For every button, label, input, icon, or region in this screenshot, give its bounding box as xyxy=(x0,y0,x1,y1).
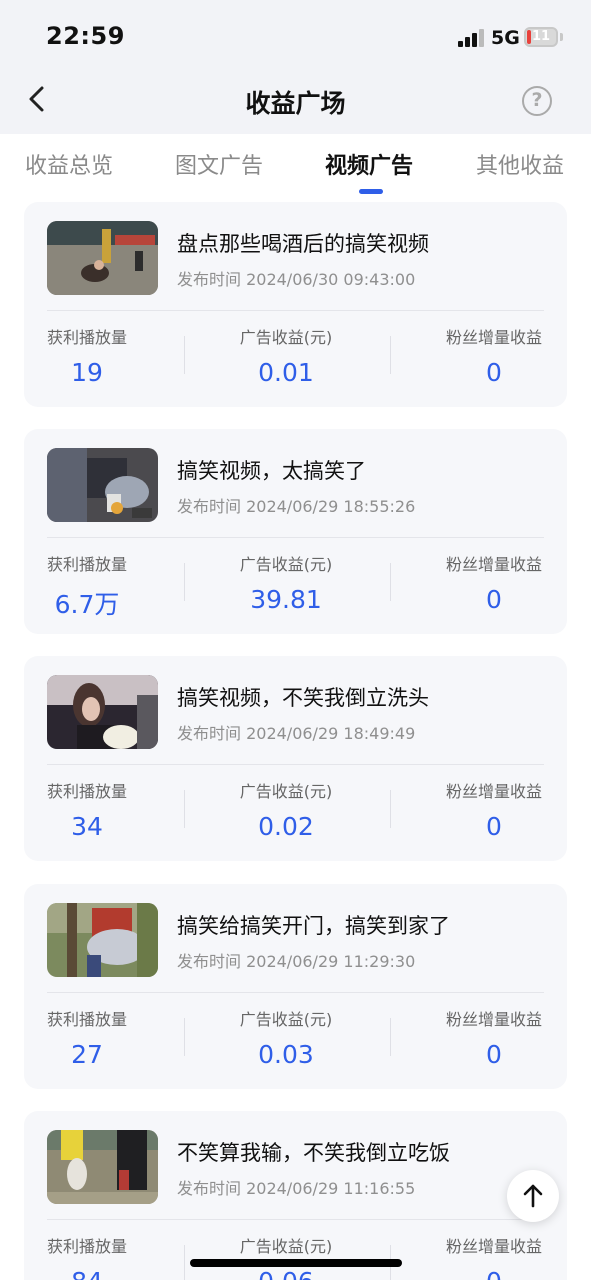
video-card[interactable]: 搞笑视频，不笑我倒立洗头 发布时间 2024/06/29 18:49:49 获利… xyxy=(24,656,567,861)
stat-fans-income: 粉丝增量收益 0 xyxy=(444,551,544,614)
video-thumbnail[interactable] xyxy=(47,1130,158,1204)
stat-divider xyxy=(184,1245,185,1280)
video-card[interactable]: 搞笑视频，太搞笑了 发布时间 2024/06/29 18:55:26 获利播放量… xyxy=(24,429,567,634)
battery-nub xyxy=(560,33,563,41)
video-title: 不笑算我输，不笑我倒立吃饭 xyxy=(177,1141,450,1165)
video-thumbnail[interactable] xyxy=(47,221,158,295)
stat-ad-income: 广告收益(元) 0.02 xyxy=(230,778,342,841)
stat-fans-income-value: 0 xyxy=(444,1267,544,1280)
battery-icon: 11 xyxy=(524,27,558,47)
video-title: 搞笑视频，太搞笑了 xyxy=(177,459,366,483)
stat-fans-income-label: 粉丝增量收益 xyxy=(445,1010,542,1029)
card-divider xyxy=(47,992,544,993)
stat-plays-value: 27 xyxy=(71,1040,103,1069)
stat-ad-income: 广告收益(元) 39.81 xyxy=(230,551,342,614)
video-title: 搞笑视频，不笑我倒立洗头 xyxy=(177,686,429,710)
stat-plays-label: 获利播放量 xyxy=(47,1237,128,1256)
stat-divider xyxy=(184,1018,185,1056)
stat-ad-income-value: 0.03 xyxy=(258,1040,314,1069)
stat-fans-income: 粉丝增量收益 0 xyxy=(444,1006,544,1069)
battery-level: 11 xyxy=(531,29,551,44)
stat-plays-label: 获利播放量 xyxy=(47,782,128,801)
stat-plays-label: 获利播放量 xyxy=(47,328,128,347)
video-thumbnail[interactable] xyxy=(47,903,158,977)
stat-fans-income: 粉丝增量收益 0 xyxy=(444,1233,544,1280)
stat-plays: 获利播放量 34 xyxy=(47,778,127,841)
stat-fans-income: 粉丝增量收益 0 xyxy=(444,778,544,841)
card-divider xyxy=(47,537,544,538)
stat-plays-label: 获利播放量 xyxy=(47,555,128,574)
stat-ad-income-value: 39.81 xyxy=(250,585,322,614)
stat-plays: 获利播放量 6.7万 xyxy=(47,551,127,621)
stat-ad-income: 广告收益(元) 0.01 xyxy=(230,324,342,387)
signal-icon xyxy=(458,29,484,47)
scroll-to-top-button[interactable] xyxy=(507,1170,559,1222)
stat-ad-income-value: 0.02 xyxy=(258,812,314,841)
publish-time: 发布时间 2024/06/29 18:55:26 xyxy=(177,497,416,516)
stat-divider xyxy=(184,336,185,374)
stat-fans-income-value: 0 xyxy=(486,812,502,841)
video-card[interactable]: 不笑算我输，不笑我倒立吃饭 发布时间 2024/06/29 11:16:55 获… xyxy=(24,1111,567,1280)
stat-ad-income: 广告收益(元) 0.03 xyxy=(230,1006,342,1069)
publish-time: 发布时间 2024/06/30 09:43:00 xyxy=(177,270,416,289)
status-time: 22:59 xyxy=(46,22,125,50)
stat-fans-income: 粉丝增量收益 0 xyxy=(444,324,544,387)
nav-bar: 收益广场 ? xyxy=(0,70,591,134)
tab-video-ads[interactable]: 视频广告 xyxy=(325,148,413,180)
stat-divider xyxy=(390,1018,391,1056)
stat-divider xyxy=(184,563,185,601)
stat-ad-income-label: 广告收益(元) xyxy=(239,1010,333,1029)
page-title: 收益广场 xyxy=(245,89,346,118)
stat-ad-income-label: 广告收益(元) xyxy=(239,1237,333,1256)
stat-ad-income-value: 0.06 xyxy=(230,1267,342,1280)
stat-ad-income: 广告收益(元) 0.06 xyxy=(230,1233,342,1280)
stat-plays-value: 6.7万 xyxy=(54,590,120,619)
publish-time: 发布时间 2024/06/29 11:16:55 xyxy=(177,1179,416,1198)
card-divider xyxy=(47,1219,544,1220)
video-title: 盘点那些喝酒后的搞笑视频 xyxy=(177,232,429,256)
stat-ad-income-label: 广告收益(元) xyxy=(239,782,333,801)
stat-fans-income-label: 粉丝增量收益 xyxy=(445,1237,542,1256)
stat-divider xyxy=(390,563,391,601)
tab-image-text-ads[interactable]: 图文广告 xyxy=(175,148,263,180)
video-thumbnail[interactable] xyxy=(47,448,158,522)
stat-ad-income-label: 广告收益(元) xyxy=(239,328,333,347)
status-bar: 22:59 5G 11 xyxy=(0,0,591,70)
video-card[interactable]: 搞笑给搞笑开门，搞笑到家了 发布时间 2024/06/29 11:29:30 获… xyxy=(24,884,567,1089)
home-indicator[interactable] xyxy=(190,1259,402,1267)
stat-ad-income-label: 广告收益(元) xyxy=(239,555,333,574)
video-thumbnail[interactable] xyxy=(47,675,158,749)
stat-plays-value: 19 xyxy=(71,358,103,387)
video-title: 搞笑给搞笑开门，搞笑到家了 xyxy=(177,914,450,938)
publish-time: 发布时间 2024/06/29 11:29:30 xyxy=(177,952,416,971)
tab-bar: 收益总览 图文广告 视频广告 其他收益 xyxy=(0,134,591,198)
stat-plays-value: 84 xyxy=(47,1267,127,1280)
help-icon[interactable]: ? xyxy=(522,86,552,116)
stat-fans-income-label: 粉丝增量收益 xyxy=(445,555,542,574)
arrow-up-icon xyxy=(523,1184,543,1208)
active-tab-indicator xyxy=(359,189,383,194)
stat-divider xyxy=(390,336,391,374)
stat-fans-income-label: 粉丝增量收益 xyxy=(445,328,542,347)
stat-fans-income-value: 0 xyxy=(486,1040,502,1069)
stat-fans-income-value: 0 xyxy=(486,358,502,387)
video-card[interactable]: 盘点那些喝酒后的搞笑视频 发布时间 2024/06/30 09:43:00 获利… xyxy=(24,202,567,407)
stat-plays: 获利播放量 27 xyxy=(47,1006,127,1069)
stat-fans-income-value: 0 xyxy=(486,585,502,614)
stat-plays-value: 34 xyxy=(71,812,103,841)
stat-divider xyxy=(390,790,391,828)
stat-plays: 获利播放量 19 xyxy=(47,324,127,387)
stat-divider xyxy=(184,790,185,828)
stat-fans-income-label: 粉丝增量收益 xyxy=(445,782,542,801)
tab-overview[interactable]: 收益总览 xyxy=(25,148,113,180)
network-type: 5G xyxy=(491,27,520,49)
card-divider xyxy=(47,764,544,765)
publish-time: 发布时间 2024/06/29 18:49:49 xyxy=(177,724,416,743)
tab-other-income[interactable]: 其他收益 xyxy=(476,148,564,180)
stat-ad-income-value: 0.01 xyxy=(258,358,314,387)
stat-plays-label: 获利播放量 xyxy=(47,1010,128,1029)
card-divider xyxy=(47,310,544,311)
stat-plays: 获利播放量 84 xyxy=(47,1233,127,1280)
